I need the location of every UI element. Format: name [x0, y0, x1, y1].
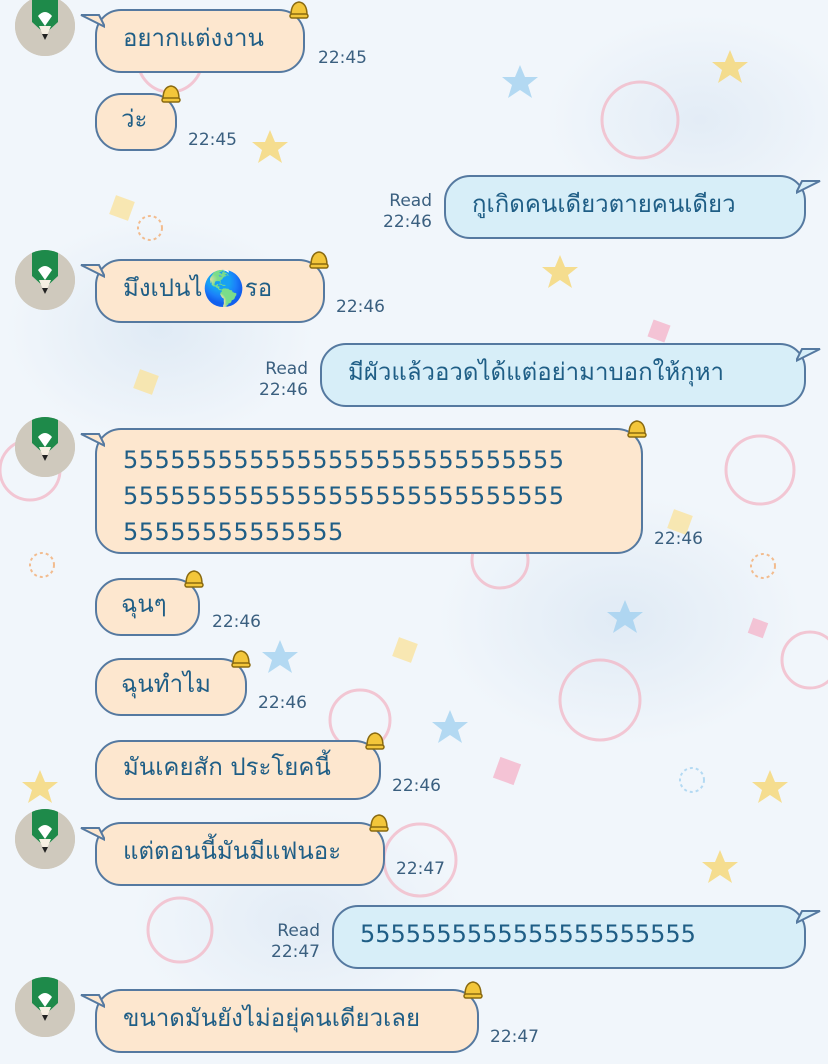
message-text-line: 5555555555555555555555555555 — [123, 482, 565, 510]
bell-icon — [369, 814, 389, 832]
avatar[interactable] — [15, 977, 75, 1037]
message-text-line: 5555555555555555555555555555 — [123, 446, 565, 474]
avatar[interactable] — [15, 809, 75, 869]
read-status: Read — [389, 191, 432, 211]
message-text: มีผัวแล้วอวดได้แต่อย่ามาบอกให้กุหา — [348, 358, 724, 386]
bell-icon — [289, 1, 309, 19]
message-time: 22:45 — [318, 48, 367, 68]
message-bubble-outgoing[interactable]: กูเกิดคนเดียวตายคนเดียว — [444, 175, 821, 239]
avatar[interactable] — [15, 250, 75, 310]
message-bubble-incoming[interactable]: ว่ะ — [95, 85, 181, 151]
bell-icon — [627, 420, 647, 438]
read-status: Read — [277, 921, 320, 941]
message-time: 22:46 — [212, 612, 261, 632]
message-time: 22:47 — [396, 859, 445, 879]
message-bubble-outgoing[interactable]: 5555555555555555555555 — [332, 905, 821, 969]
message-time: 22:47 — [271, 942, 320, 962]
message-bubble-outgoing[interactable]: มีผัวแล้วอวดได้แต่อย่ามาบอกให้กุหา — [320, 343, 821, 407]
message-text-line: 55555555555555 — [123, 518, 344, 546]
message-time: 22:46 — [258, 693, 307, 713]
bell-icon — [365, 732, 385, 750]
message-text: มันเคยสัก ประโยคนี้ — [123, 753, 331, 781]
avatar[interactable] — [15, 0, 75, 56]
message-text: ฉุนๆ — [121, 590, 167, 618]
message-bubble-incoming[interactable]: 5555555555555555555555555555 55555555555… — [80, 420, 647, 554]
message-time: 22:46 — [392, 776, 441, 796]
message-time: 22:46 — [383, 212, 432, 232]
message-time: 22:46 — [654, 529, 703, 549]
pencil-heart-icon — [15, 977, 75, 1037]
bell-icon — [309, 251, 329, 269]
message-bubble-incoming[interactable]: อยากแต่งงาน — [80, 1, 309, 73]
message-bubble-incoming[interactable]: ฉุนทำไม — [95, 650, 251, 716]
pencil-heart-icon — [15, 0, 75, 56]
bell-icon — [161, 85, 181, 103]
message-time: 22:46 — [259, 380, 308, 400]
avatar[interactable] — [15, 417, 75, 477]
message-list[interactable]: อยากแต่งงาน 22:45 ว่ะ 22:45 Read 22:46 ก… — [0, 0, 828, 1064]
read-status: Read — [265, 359, 308, 379]
message-text: กูเกิดคนเดียวตายคนเดียว — [472, 190, 736, 218]
bubble-tail — [796, 180, 821, 195]
globe-emoji: 🌎 — [202, 269, 245, 309]
message-bubble-incoming[interactable]: แต่ตอนนี้มันมีแฟนอะ — [80, 814, 389, 886]
message-bubble-incoming[interactable]: มึงเปนไ🌎รอ — [80, 251, 329, 323]
bell-icon — [184, 570, 204, 588]
message-text: ขนาดมันยังไม่อยุ่คนเดียวเลย — [123, 1004, 421, 1032]
bubble-tail — [80, 264, 105, 279]
message-bubble-incoming[interactable]: ฉุนๆ — [95, 570, 204, 636]
message-text: ว่ะ — [121, 105, 148, 133]
read-receipt: Read 22:47 — [264, 921, 320, 963]
message-text: แต่ตอนนี้มันมีแฟนอะ — [123, 837, 342, 865]
bell-icon — [463, 981, 483, 999]
bell-icon — [231, 650, 251, 668]
pencil-heart-icon — [15, 809, 75, 869]
message-time: 22:47 — [490, 1027, 539, 1047]
bubble-tail — [796, 348, 821, 363]
bubble-tail — [80, 827, 105, 842]
pencil-heart-icon — [15, 417, 75, 477]
message-text: ฉุนทำไม — [121, 670, 211, 698]
bubble-tail — [80, 14, 105, 29]
read-receipt: Read 22:46 — [252, 359, 308, 401]
message-text: มึงเปนไ — [123, 274, 203, 302]
bubble-tail — [80, 994, 105, 1009]
message-time: 22:45 — [188, 130, 237, 150]
message-bubble-incoming[interactable]: มันเคยสัก ประโยคนี้ — [95, 732, 385, 800]
message-time: 22:46 — [336, 297, 385, 317]
message-text: รอ — [244, 274, 273, 302]
message-bubble-incoming[interactable]: ขนาดมันยังไม่อยุ่คนเดียวเลย — [80, 981, 483, 1053]
bubble-tail — [80, 433, 105, 448]
read-receipt: Read 22:46 — [376, 191, 432, 233]
bubble-tail — [796, 910, 821, 925]
message-text: 5555555555555555555555 — [360, 920, 696, 948]
message-text: อยากแต่งงาน — [123, 24, 264, 52]
pencil-heart-icon — [15, 250, 75, 310]
